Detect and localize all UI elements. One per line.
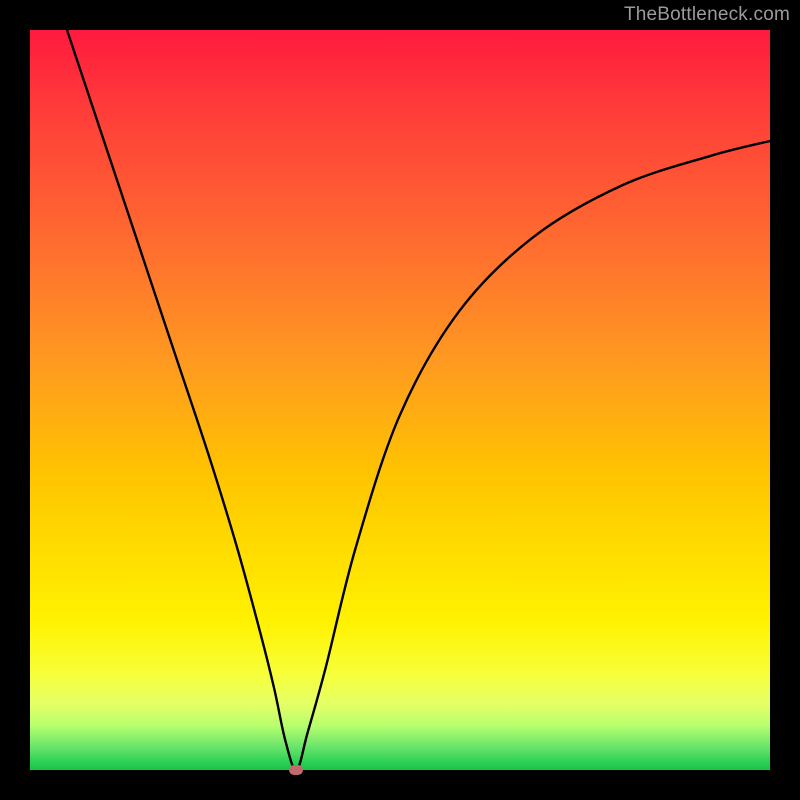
- watermark-label: TheBottleneck.com: [624, 4, 790, 26]
- chart-frame: TheBottleneck.com: [0, 0, 800, 800]
- curve-svg: [30, 30, 770, 770]
- plot-area: [30, 30, 770, 770]
- bottleneck-curve-path: [67, 30, 770, 770]
- minimum-marker: [289, 765, 303, 775]
